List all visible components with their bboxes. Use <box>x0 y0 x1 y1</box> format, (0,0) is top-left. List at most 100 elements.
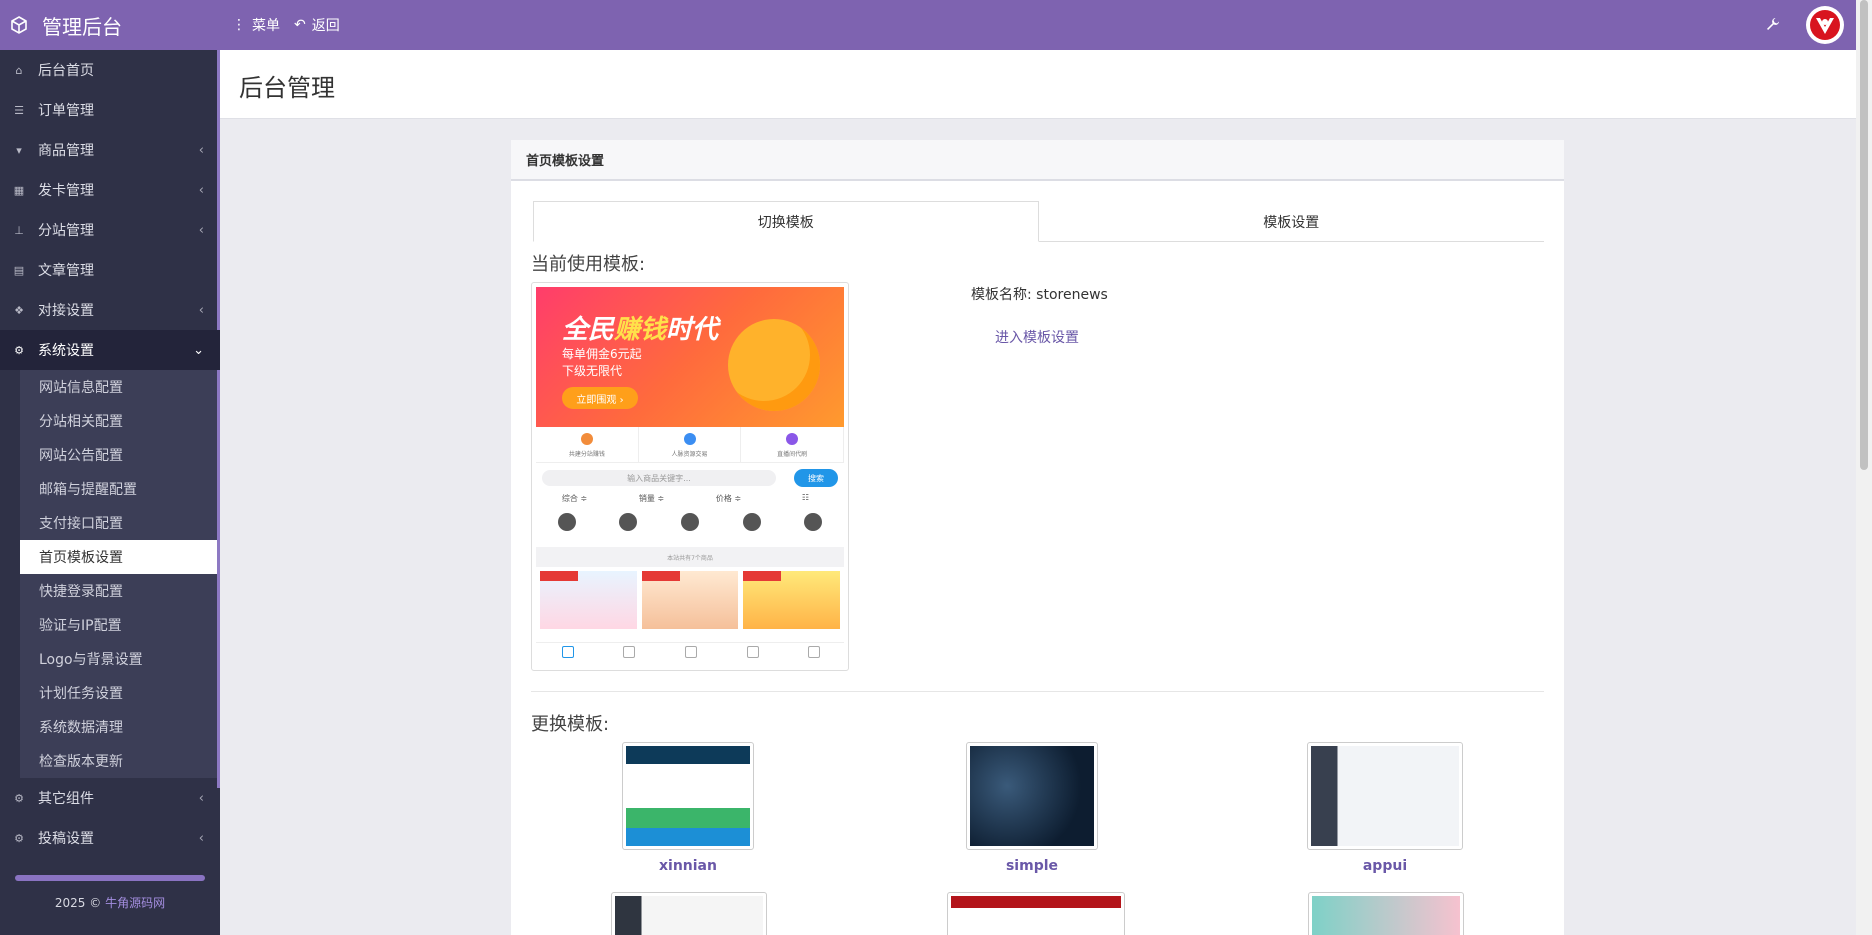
template-screenshot <box>970 746 1094 846</box>
sidebar-item-system[interactable]: ⚙ 系统设置 ⌄ <box>0 330 220 370</box>
tab-switch-template[interactable]: 切换模板 <box>533 201 1039 242</box>
tab-template-settings[interactable]: 模板设置 <box>1039 201 1545 242</box>
footer-bar <box>15 875 205 881</box>
cart-icon: ▾ <box>16 143 22 157</box>
sidebar-item-label: 后台首页 <box>38 63 94 79</box>
template-card-row2-2[interactable] <box>947 892 1125 935</box>
page-scrollbar[interactable] <box>1856 0 1872 935</box>
sidebar-item-cards[interactable]: ▦ 发卡管理 ‹ <box>0 170 220 210</box>
submenu-substation[interactable]: 分站相关配置 <box>20 404 217 438</box>
template-thumbnail[interactable] <box>1307 742 1463 850</box>
footer-link[interactable]: 牛角源码网 <box>105 896 165 910</box>
cogs-icon: ⚙ <box>14 831 24 845</box>
menu-button[interactable]: ⋮ 菜单 <box>232 15 280 35</box>
submenu-cleanup[interactable]: 系统数据清理 <box>20 710 217 744</box>
submenu-verify-ip[interactable]: 验证与IP配置 <box>20 608 217 642</box>
template-card-simple[interactable]: simple <box>966 742 1098 874</box>
template-screenshot <box>1311 746 1459 846</box>
sidebar-item-products[interactable]: ▾ 商品管理 ‹ <box>0 130 220 170</box>
scrollbar-thumb[interactable] <box>1860 0 1868 470</box>
cube-icon <box>10 16 28 34</box>
system-submenu: 网站信息配置 分站相关配置 网站公告配置 邮箱与提醒配置 支付接口配置 首页模板… <box>20 370 217 778</box>
submenu-mail[interactable]: 邮箱与提醒配置 <box>20 472 217 506</box>
enter-template-settings-link[interactable]: 进入模板设置 <box>995 327 1079 347</box>
template-card-appui[interactable]: appui <box>1307 742 1463 874</box>
vertical-dots-icon: ⋮ <box>232 17 246 33</box>
back-button[interactable]: ↶ 返回 <box>294 15 340 35</box>
chevron-left-icon: ‹ <box>198 142 204 158</box>
page-header: 后台管理 <box>220 50 1856 119</box>
preview-phone: 全民赚钱时代 每单佣金6元起 下级无限代 立即围观 › 共建分站赚钱 人脉资源交… <box>536 287 844 666</box>
list-icon: ☰ <box>14 103 24 117</box>
template-card-xinnian[interactable]: xinnian <box>622 742 754 874</box>
menu-label: 菜单 <box>252 18 280 34</box>
preview-search: 输入商品关键字... 搜索 <box>536 463 844 493</box>
template-card-row2-3[interactable] <box>1308 892 1464 935</box>
panel-title: 首页模板设置 <box>511 140 1564 181</box>
sidebar-item-label: 其它组件 <box>38 791 94 807</box>
template-screenshot <box>626 746 750 846</box>
template-thumbnail[interactable] <box>966 742 1098 850</box>
sidebar-item-articles[interactable]: ▤ 文章管理 <box>0 250 220 290</box>
book-icon: ▤ <box>13 263 25 277</box>
template-screenshot <box>951 896 1121 935</box>
submenu-homepage-template[interactable]: 首页模板设置 <box>20 540 217 574</box>
grid-icon: ▦ <box>13 183 25 197</box>
banner-headline: 全民赚钱时代 <box>562 309 718 346</box>
gear-icon: ⚙ <box>14 343 24 357</box>
submenu-logo-bg[interactable]: Logo与背景设置 <box>20 642 217 676</box>
section-divider <box>531 691 1544 692</box>
wrench-icon[interactable] <box>1766 16 1780 35</box>
sidebar-item-components[interactable]: ⚙ 其它组件 ‹ <box>0 778 220 818</box>
sort-option: 价格 ≑ <box>715 494 742 503</box>
quick-link: 人脉资源交易 <box>639 427 742 462</box>
sidebar-item-substations[interactable]: ⊥ 分站管理 ‹ <box>0 210 220 250</box>
submenu-payment[interactable]: 支付接口配置 <box>20 506 217 540</box>
submenu-notice[interactable]: 网站公告配置 <box>20 438 217 472</box>
template-card-row2-1[interactable] <box>611 892 767 935</box>
footer-copyright: 2025 © <box>54 896 106 910</box>
preview-category-icon <box>598 509 660 547</box>
template-label[interactable]: appui <box>1307 858 1463 874</box>
sidebar-item-orders[interactable]: ☰ 订单管理 <box>0 90 220 130</box>
brand[interactable]: 管理后台 <box>0 0 220 50</box>
avatar[interactable] <box>1806 6 1844 44</box>
template-label[interactable]: xinnian <box>622 858 754 874</box>
user-icon <box>782 643 844 666</box>
submenu-update[interactable]: 检查版本更新 <box>20 744 217 778</box>
sidebar-item-submission[interactable]: ⚙ 投稿设置 ‹ <box>0 818 220 858</box>
preview-products <box>536 567 844 629</box>
preview-category-icon <box>536 509 598 547</box>
sidebar-item-docking[interactable]: ❖ 对接设置 ‹ <box>0 290 220 330</box>
preview-sort-row: 综合 ≑ 销量 ≑ 价格 ≑ ☷ <box>536 493 844 509</box>
submenu-site-info[interactable]: 网站信息配置 <box>20 370 217 404</box>
sidebar-item-home[interactable]: ⌂ 后台首页 <box>0 50 220 90</box>
template-thumbnail[interactable] <box>1308 892 1464 935</box>
submenu-cron[interactable]: 计划任务设置 <box>20 676 217 710</box>
reply-icon: ↶ <box>294 17 306 33</box>
money-bag-icon <box>728 319 820 411</box>
preview-icon-row <box>536 509 844 547</box>
cogs-icon: ⚙ <box>14 791 24 805</box>
sidebar-footer: 2025 © 牛角源码网 <box>0 875 220 935</box>
template-panel: 首页模板设置 切换模板 模板设置 当前使用模板: 全民赚钱时代 每单佣金6元起 … <box>511 140 1564 935</box>
current-template-heading: 当前使用模板: <box>531 254 646 275</box>
template-label[interactable]: simple <box>966 858 1098 874</box>
banner-highlight: 赚钱 <box>614 315 667 345</box>
template-thumbnail[interactable] <box>611 892 767 935</box>
template-thumbnail[interactable] <box>947 892 1125 935</box>
quick-link: 直播间代刷 <box>741 427 844 462</box>
preview-tabbar <box>536 642 844 666</box>
home-icon <box>536 643 598 666</box>
sidebar-item-label: 对接设置 <box>38 303 94 319</box>
template-thumbnail[interactable] <box>622 742 754 850</box>
template-name: 模板名称: storenews <box>971 287 1108 303</box>
banner-prefix: 全民 <box>562 315 615 345</box>
preview-search-input: 输入商品关键字... <box>542 470 776 486</box>
submenu-quick-login[interactable]: 快捷登录配置 <box>20 574 217 608</box>
back-label: 返回 <box>311 18 340 34</box>
chevron-down-icon: ⌄ <box>193 342 204 358</box>
preview-product-card <box>743 571 841 629</box>
cubes-icon: ❖ <box>14 303 24 317</box>
quick-link: 共建分站赚钱 <box>536 427 639 462</box>
